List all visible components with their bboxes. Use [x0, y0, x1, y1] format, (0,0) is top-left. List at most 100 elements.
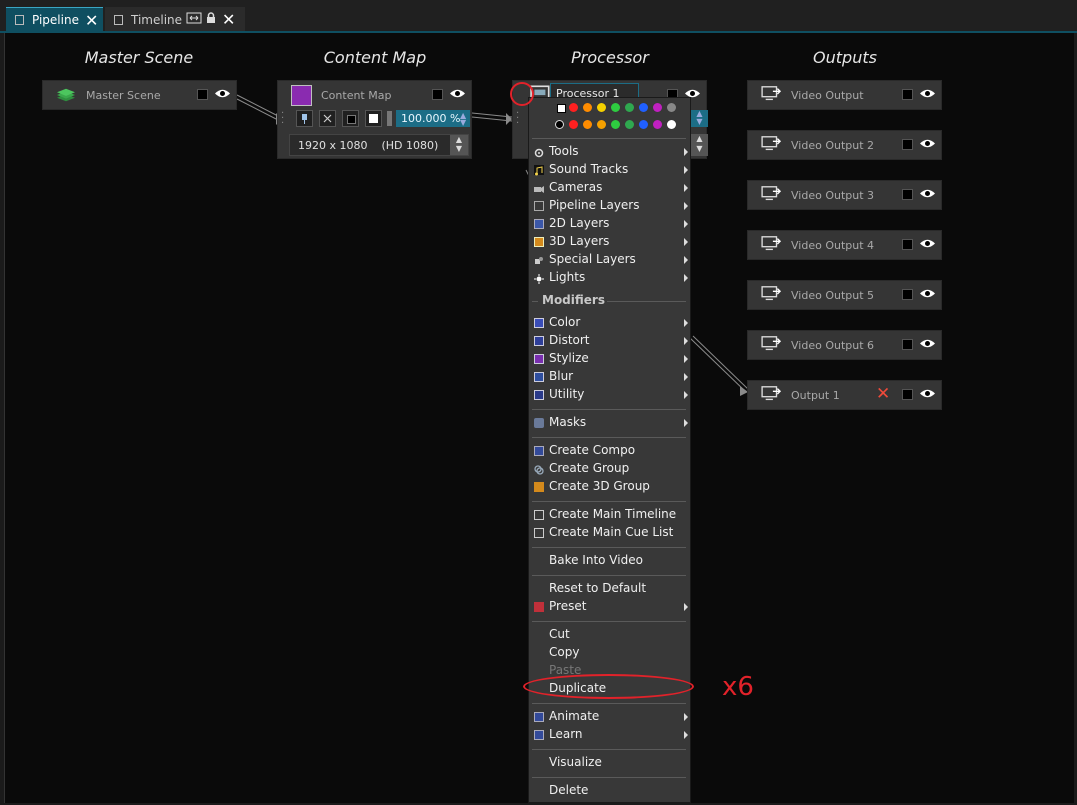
menu-item-blur[interactable]: Blur — [549, 369, 573, 383]
eye-icon[interactable] — [919, 238, 936, 249]
black-fill-button[interactable] — [342, 110, 359, 127]
eye-icon[interactable] — [919, 288, 936, 299]
menu-item-tools[interactable]: Tools — [549, 144, 579, 158]
color-swatch[interactable] — [611, 103, 620, 112]
group-3d-icon — [534, 482, 544, 492]
eye-icon[interactable] — [449, 88, 466, 99]
submenu-arrow-icon — [684, 166, 688, 174]
drag-handle[interactable]: · · · — [516, 109, 519, 129]
color-swatch[interactable] — [569, 120, 578, 129]
pipeline-layers-icon — [534, 201, 544, 211]
solo-toggle[interactable] — [902, 239, 913, 250]
master-scene-node[interactable]: Master Scene — [42, 80, 237, 110]
output-title: Video Output 2 — [791, 139, 875, 152]
color-swatch[interactable] — [653, 120, 662, 129]
menu-item-2d-layers[interactable]: 2D Layers — [549, 216, 609, 230]
color-swatch[interactable] — [639, 120, 648, 129]
eye-icon[interactable] — [919, 88, 936, 99]
menu-item-animate[interactable]: Animate — [549, 709, 599, 723]
menu-item-lights[interactable]: Lights — [549, 270, 585, 284]
output-node[interactable]: Video Output 3 — [747, 180, 942, 210]
menu-item-3d-layers[interactable]: 3D Layers — [549, 234, 609, 248]
color-swatch[interactable] — [583, 120, 592, 129]
menu-item-cut[interactable]: Cut — [549, 627, 570, 641]
solo-toggle[interactable] — [432, 89, 443, 100]
output-node[interactable]: Output 1 ✕ — [747, 380, 942, 410]
slider-handle[interactable] — [387, 111, 392, 126]
scissors-button[interactable] — [319, 110, 336, 127]
content-map-color-swatch[interactable] — [291, 85, 312, 106]
solo-toggle[interactable] — [902, 339, 913, 350]
menu-item-bake-into-video[interactable]: Bake Into Video — [549, 553, 643, 567]
output-node[interactable]: Video Output 4 — [747, 230, 942, 260]
error-x-icon[interactable]: ✕ — [876, 384, 890, 404]
color-swatch-black[interactable] — [555, 120, 564, 129]
menu-item-create-3d-group[interactable]: Create 3D Group — [549, 479, 650, 493]
menu-item-utility[interactable]: Utility — [549, 387, 584, 401]
menu-item-delete[interactable]: Delete — [549, 783, 588, 797]
menu-item-create-main-cue-list[interactable]: Create Main Cue List — [549, 525, 673, 539]
pin-button[interactable] — [296, 110, 313, 127]
menu-item-preset[interactable]: Preset — [549, 599, 586, 613]
menu-item-create-group[interactable]: Create Group — [549, 461, 629, 475]
learn-icon — [534, 730, 544, 740]
menu-item-learn[interactable]: Learn — [549, 727, 583, 741]
output-node[interactable]: Video Output 2 — [747, 130, 942, 160]
solo-toggle[interactable] — [902, 189, 913, 200]
color-swatch[interactable] — [611, 120, 620, 129]
color-swatch[interactable] — [625, 120, 634, 129]
menu-item-color[interactable]: Color — [549, 315, 580, 329]
menu-item-create-compo[interactable]: Create Compo — [549, 443, 635, 457]
color-swatch[interactable] — [597, 103, 606, 112]
color-swatch[interactable] — [625, 103, 634, 112]
output-node[interactable]: Video Output 6 — [747, 330, 942, 360]
no-color-swatch[interactable] — [557, 104, 566, 113]
color-swatch[interactable] — [583, 103, 592, 112]
output-node[interactable]: Video Output 5 — [747, 280, 942, 310]
eye-icon[interactable] — [919, 188, 936, 199]
resolution-select[interactable]: 1920 x 1080 (HD 1080) ▲ ▼ — [289, 134, 469, 156]
eye-icon[interactable] — [214, 88, 231, 99]
stepper-icon[interactable]: ▲ ▼ — [691, 110, 708, 127]
output-node[interactable]: Video Output — [747, 80, 942, 110]
white-fill-button[interactable] — [365, 110, 382, 127]
menu-item-masks[interactable]: Masks — [549, 415, 586, 429]
zoom-percent-field[interactable]: 100.000 % — [396, 110, 470, 127]
solo-toggle[interactable] — [902, 89, 913, 100]
menu-item-sound-tracks[interactable]: Sound Tracks — [549, 162, 628, 176]
menu-item-copy[interactable]: Copy — [549, 645, 579, 659]
stepper-icon[interactable]: ▲ ▼ — [460, 112, 466, 127]
content-map-node[interactable]: Content Map 100.000 % ▲ ▼ 1920 x 1080 (HD… — [277, 80, 472, 159]
video-output-icon — [761, 86, 782, 101]
solo-toggle[interactable] — [902, 289, 913, 300]
chevron-updown-icon[interactable]: ▲ ▼ — [691, 134, 708, 156]
menu-item-special-layers[interactable]: Special Layers — [549, 252, 636, 266]
color-swatch[interactable] — [597, 120, 606, 129]
menu-item-pipeline-layers[interactable]: Pipeline Layers — [549, 198, 640, 212]
menu-item-reset-to-default[interactable]: Reset to Default — [549, 581, 646, 595]
output-title: Video Output 5 — [791, 289, 875, 302]
menu-item-visualize[interactable]: Visualize — [549, 755, 602, 769]
special-layers-icon — [534, 255, 544, 265]
menu-separator — [532, 777, 686, 778]
color-swatch[interactable] — [639, 103, 648, 112]
color-swatch[interactable] — [667, 103, 676, 112]
menu-item-distort[interactable]: Distort — [549, 333, 590, 347]
group-icon — [534, 464, 544, 475]
menu-item-create-main-timeline[interactable]: Create Main Timeline — [549, 507, 676, 521]
color-swatch[interactable] — [667, 120, 676, 129]
solo-toggle[interactable] — [902, 139, 913, 150]
submenu-arrow-icon — [684, 274, 688, 282]
preset-icon — [534, 602, 544, 612]
menu-item-cameras[interactable]: Cameras — [549, 180, 602, 194]
eye-icon[interactable] — [919, 338, 936, 349]
column-header-master-scene: Master Scene — [84, 48, 194, 67]
color-swatch[interactable] — [653, 103, 662, 112]
color-swatch[interactable] — [569, 103, 578, 112]
eye-icon[interactable] — [919, 138, 936, 149]
menu-item-stylize[interactable]: Stylize — [549, 351, 589, 365]
solo-toggle[interactable] — [902, 389, 913, 400]
solo-toggle[interactable] — [197, 89, 208, 100]
eye-icon[interactable] — [919, 388, 936, 399]
drag-handle[interactable]: · · · — [281, 109, 284, 129]
